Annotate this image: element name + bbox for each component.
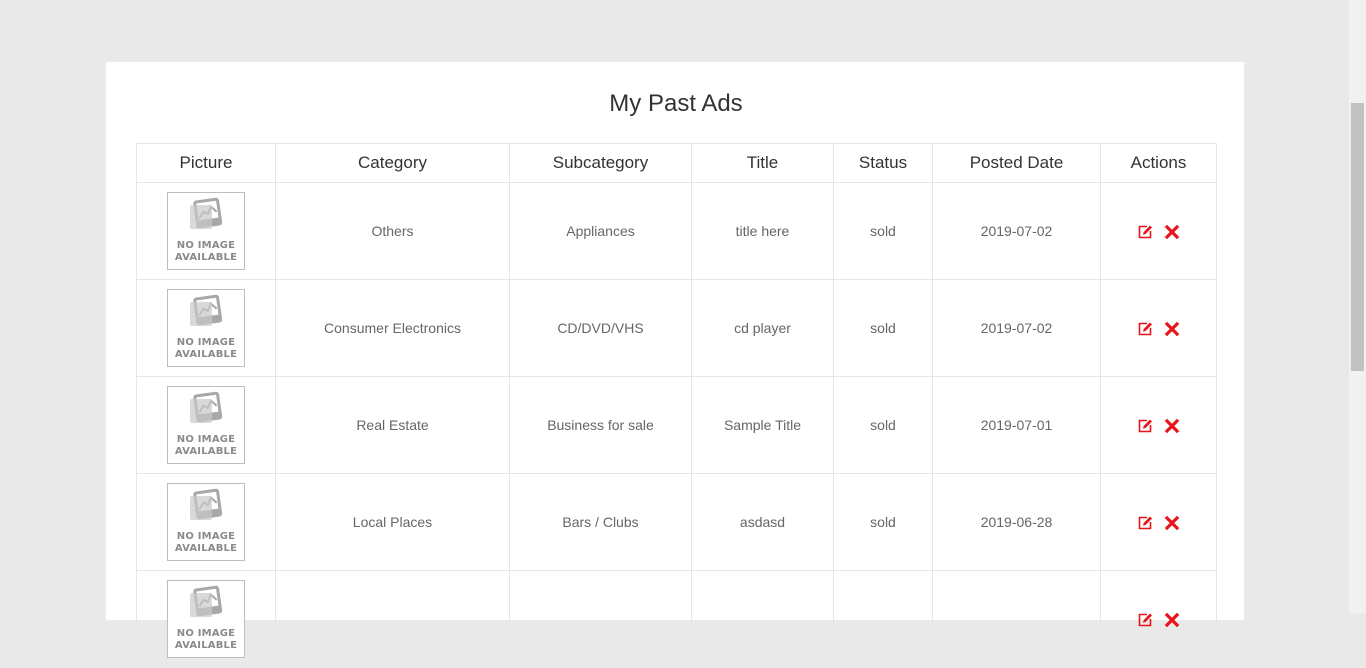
header-status: Status (833, 143, 933, 183)
table-row: NO IMAGE AVAILABLE Local Places Bars / Cl… (136, 473, 1217, 571)
status-cell: sold (833, 376, 933, 474)
delete-button[interactable] (1164, 418, 1180, 434)
page-scrollbar[interactable] (1349, 0, 1366, 613)
posted-date-cell (932, 570, 1101, 668)
subcategory-cell: Business for sale (509, 376, 692, 474)
title-cell: cd player (691, 279, 834, 377)
actions-cell (1100, 570, 1217, 668)
table-header-row: Picture Category Subcategory Title Statu… (136, 143, 1217, 183)
actions-cell (1100, 279, 1217, 377)
header-subcategory: Subcategory (509, 143, 692, 183)
past-ads-card: My Past Ads Picture Category Subcategory… (105, 61, 1245, 668)
edit-button[interactable] (1137, 418, 1153, 434)
posted-date-cell: 2019-07-02 (932, 279, 1101, 377)
edit-icon (1138, 225, 1152, 238)
edit-icon (1138, 322, 1152, 335)
header-picture: Picture (136, 143, 276, 183)
picture-cell: NO IMAGE AVAILABLE (136, 279, 276, 377)
edit-icon (1138, 613, 1152, 626)
posted-date-cell: 2019-07-02 (932, 182, 1101, 280)
actions-cell (1100, 473, 1217, 571)
delete-icon (1165, 612, 1180, 627)
table-row: NO IMAGE AVAILABLE Real Estate Business f… (136, 376, 1217, 474)
edit-button[interactable] (1137, 321, 1153, 337)
no-image-placeholder[interactable]: NO IMAGE AVAILABLE (167, 483, 245, 561)
title-cell (691, 570, 834, 668)
no-image-text: NO IMAGE AVAILABLE (174, 531, 238, 554)
picture-cell: NO IMAGE AVAILABLE (136, 473, 276, 571)
category-cell: Consumer Electronics (275, 279, 510, 377)
delete-button[interactable] (1164, 515, 1180, 531)
picture-cell: NO IMAGE AVAILABLE (136, 376, 276, 474)
no-image-text: NO IMAGE AVAILABLE (174, 337, 238, 360)
posted-date-cell: 2019-07-01 (932, 376, 1101, 474)
delete-icon (1165, 515, 1180, 530)
status-cell: sold (833, 279, 933, 377)
no-image-text: NO IMAGE AVAILABLE (174, 434, 238, 457)
title-cell: asdasd (691, 473, 834, 571)
title-cell: title here (691, 182, 834, 280)
header-title: Title (691, 143, 834, 183)
status-cell: sold (833, 182, 933, 280)
subcategory-cell: Bars / Clubs (509, 473, 692, 571)
table-row: NO IMAGE AVAILABLE (136, 570, 1217, 668)
delete-icon (1165, 224, 1180, 239)
actions-cell (1100, 182, 1217, 280)
no-image-placeholder[interactable]: NO IMAGE AVAILABLE (167, 386, 245, 464)
edit-button[interactable] (1137, 515, 1153, 531)
status-cell: sold (833, 473, 933, 571)
table-row: NO IMAGE AVAILABLE Consumer Electronics C… (136, 279, 1217, 377)
no-image-text: NO IMAGE AVAILABLE (174, 240, 238, 263)
scrollbar-thumb[interactable] (1351, 103, 1364, 371)
table-row: NO IMAGE AVAILABLE Others Appliances titl… (136, 182, 1217, 280)
category-cell: Real Estate (275, 376, 510, 474)
delete-button[interactable] (1164, 224, 1180, 240)
picture-cell: NO IMAGE AVAILABLE (136, 570, 276, 668)
edit-icon (1138, 419, 1152, 432)
posted-date-cell: 2019-06-28 (932, 473, 1101, 571)
delete-icon (1165, 418, 1180, 433)
past-ads-table: Picture Category Subcategory Title Statu… (136, 143, 1217, 668)
header-posted-date: Posted Date (932, 143, 1101, 183)
picture-cell: NO IMAGE AVAILABLE (136, 182, 276, 280)
edit-button[interactable] (1137, 612, 1153, 628)
no-image-placeholder[interactable]: NO IMAGE AVAILABLE (167, 580, 245, 658)
category-cell (275, 570, 510, 668)
subcategory-cell: Appliances (509, 182, 692, 280)
header-actions: Actions (1100, 143, 1217, 183)
header-category: Category (275, 143, 510, 183)
edit-button[interactable] (1137, 224, 1153, 240)
no-image-placeholder[interactable]: NO IMAGE AVAILABLE (167, 192, 245, 270)
no-image-text: NO IMAGE AVAILABLE (174, 628, 238, 651)
no-image-placeholder[interactable]: NO IMAGE AVAILABLE (167, 289, 245, 367)
category-cell: Local Places (275, 473, 510, 571)
title-cell: Sample Title (691, 376, 834, 474)
subcategory-cell (509, 570, 692, 668)
status-cell (833, 570, 933, 668)
subcategory-cell: CD/DVD/VHS (509, 279, 692, 377)
category-cell: Others (275, 182, 510, 280)
delete-icon (1165, 321, 1180, 336)
edit-icon (1138, 516, 1152, 529)
page-title: My Past Ads (609, 90, 743, 117)
delete-button[interactable] (1164, 612, 1180, 628)
delete-button[interactable] (1164, 321, 1180, 337)
actions-cell (1100, 376, 1217, 474)
